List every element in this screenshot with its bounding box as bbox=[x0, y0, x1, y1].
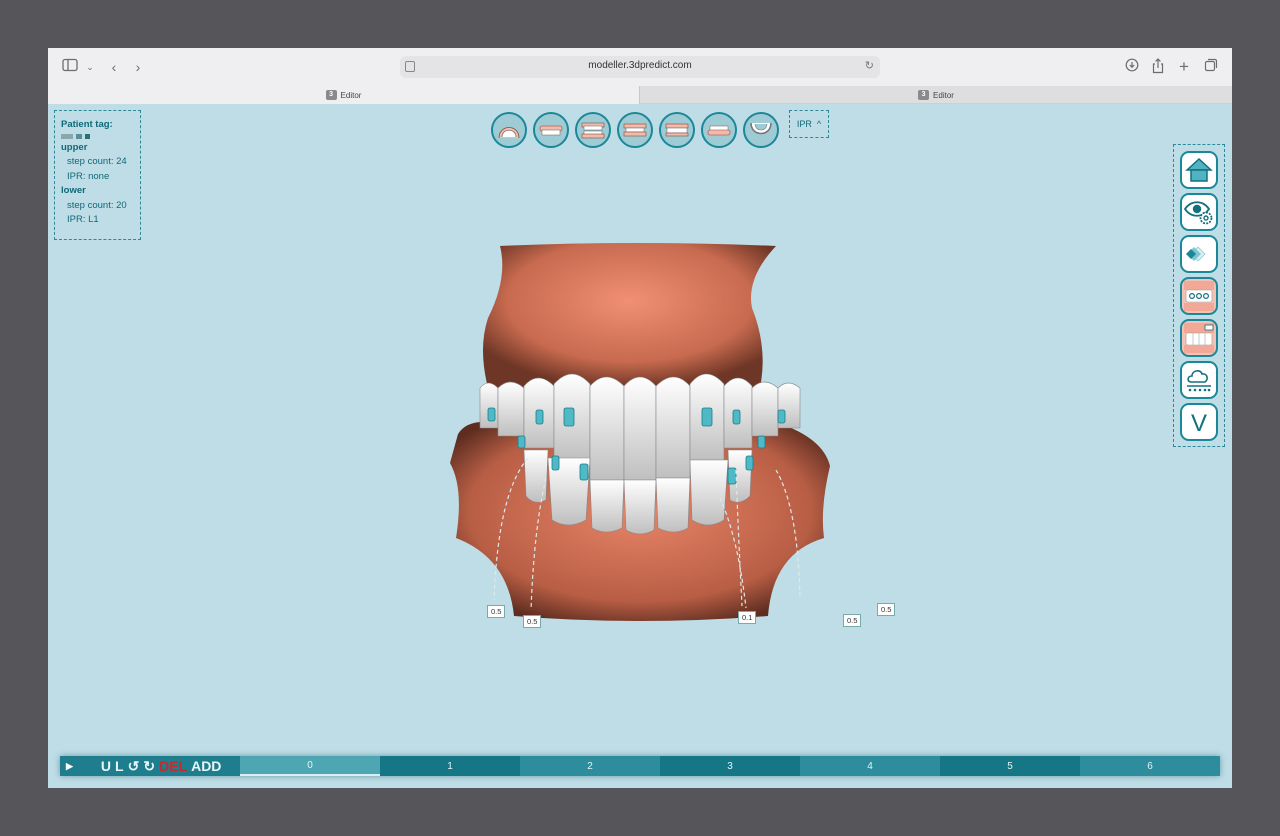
lower-ipr: IPR: L1 bbox=[67, 214, 99, 225]
back-icon[interactable]: ‹ bbox=[104, 58, 124, 76]
ipr-toggle-label: IPR bbox=[796, 119, 812, 129]
ipr-toggle[interactable]: IPR ^ bbox=[789, 110, 829, 138]
case-info-panel: Patient tag: upper step count: 24 IPR: n… bbox=[54, 110, 141, 240]
new-tab-icon[interactable]: + bbox=[1174, 58, 1194, 76]
ipr-value-label: 0.1 bbox=[738, 611, 757, 624]
timeline-step-6[interactable]: 6 bbox=[1080, 756, 1220, 776]
lower-occlusal-view-button[interactable] bbox=[743, 112, 779, 148]
tab-favicon: 3 bbox=[325, 90, 337, 100]
delete-step-button[interactable]: DEL bbox=[159, 758, 187, 774]
browser-toolbar: ⌄ ‹ › modeller.3dpredict.com ↻ + bbox=[48, 48, 1232, 86]
sidebar-toggle-icon[interactable] bbox=[60, 58, 80, 76]
ipr-tool-button[interactable] bbox=[1180, 319, 1218, 357]
lower-front-view-icon bbox=[707, 125, 731, 136]
version-button[interactable]: V bbox=[1180, 403, 1218, 441]
download-icon[interactable] bbox=[1122, 58, 1142, 76]
tab-strip: 3 Editor 3 Editor bbox=[48, 86, 1232, 104]
reload-icon[interactable]: ↻ bbox=[865, 59, 874, 72]
home-icon bbox=[1185, 157, 1213, 182]
url-text: modeller.3dpredict.com bbox=[588, 60, 692, 71]
patient-tag-label: Patient tag: bbox=[61, 119, 113, 130]
upper-toggle-button[interactable]: U bbox=[101, 758, 111, 774]
3d-dental-model bbox=[450, 243, 830, 621]
cloud-upload-icon bbox=[1187, 370, 1211, 392]
version-icon: V bbox=[1191, 410, 1207, 437]
upper-occlusal-view-button[interactable] bbox=[491, 112, 527, 148]
address-bar[interactable]: modeller.3dpredict.com ↻ bbox=[400, 56, 880, 78]
right-view-icon bbox=[665, 123, 689, 137]
timeline-step-5[interactable]: 5 bbox=[940, 756, 1080, 776]
timeline-step-4[interactable]: 4 bbox=[800, 756, 940, 776]
lower-front-view-button[interactable] bbox=[701, 112, 737, 148]
front-open-view-button[interactable] bbox=[575, 112, 611, 148]
front-open-view-icon bbox=[581, 122, 605, 139]
timeline-step-2[interactable]: 2 bbox=[520, 756, 660, 776]
chevron-up-icon: ^ bbox=[816, 119, 822, 129]
cloud-upload-button[interactable] bbox=[1180, 361, 1218, 399]
redo-button[interactable]: ↻ bbox=[143, 758, 155, 775]
lower-toggle-button[interactable]: L bbox=[115, 758, 124, 774]
undo-button[interactable]: ↺ bbox=[128, 758, 140, 775]
upper-gum bbox=[483, 243, 776, 388]
lower-occlusal-view-icon bbox=[750, 122, 772, 135]
right-view-button[interactable] bbox=[659, 112, 695, 148]
timeline-step-3[interactable]: 3 bbox=[660, 756, 800, 776]
upper-step-count: step count: 24 bbox=[67, 156, 127, 167]
tab-editor[interactable]: 3 Editor bbox=[639, 86, 1232, 104]
ipr-tool-icon bbox=[1184, 323, 1214, 353]
front-closed-view-icon bbox=[623, 123, 647, 137]
timeline-controls: ▶ U L ↺ ↻ DEL ADD bbox=[60, 756, 240, 776]
right-toolbar: V bbox=[1173, 144, 1225, 447]
view-selector bbox=[491, 112, 779, 148]
lower-step-count: step count: 20 bbox=[67, 199, 127, 211]
visibility-settings-icon bbox=[1184, 201, 1213, 225]
tab-editor-active[interactable]: 3 Editor bbox=[48, 86, 639, 104]
upper-front-view-button[interactable] bbox=[533, 112, 569, 148]
timeline-steps: 0 1 2 3 4 5 6 bbox=[240, 756, 1220, 776]
share-icon[interactable] bbox=[1148, 58, 1168, 76]
staging-timeline: ▶ U L ↺ ↻ DEL ADD 0 1 2 3 4 5 6 bbox=[60, 756, 1220, 776]
3d-dental-model-viewport[interactable]: 0.5 0.5 0.1 0.5 0.5 bbox=[428, 238, 896, 638]
patient-tag-value-redacted bbox=[61, 133, 134, 140]
ipr-value-label: 0.5 bbox=[487, 605, 506, 618]
chevron-down-icon[interactable]: ⌄ bbox=[80, 58, 100, 76]
attachments-icon bbox=[1184, 281, 1214, 311]
attachments-button[interactable] bbox=[1180, 277, 1218, 315]
upper-front-view-icon bbox=[539, 125, 563, 136]
ipr-value-label: 0.5 bbox=[843, 614, 862, 627]
front-closed-view-button[interactable] bbox=[617, 112, 653, 148]
timeline-step-1[interactable]: 1 bbox=[380, 756, 520, 776]
home-button[interactable] bbox=[1180, 151, 1218, 189]
stages-button[interactable] bbox=[1180, 235, 1218, 273]
timeline-step-0[interactable]: 0 bbox=[240, 756, 380, 776]
forward-icon[interactable]: › bbox=[128, 58, 148, 76]
version-letter: V bbox=[1191, 410, 1207, 437]
ipr-value-label: 0.5 bbox=[877, 603, 896, 616]
upper-ipr: IPR: none bbox=[67, 170, 110, 182]
upper-occlusal-view-icon bbox=[498, 127, 520, 139]
stages-icon bbox=[1186, 246, 1206, 262]
tab-favicon: 3 bbox=[918, 90, 930, 100]
tab-label: Editor bbox=[933, 90, 954, 100]
browser-window: ⌄ ‹ › modeller.3dpredict.com ↻ + 3 Edito… bbox=[48, 48, 1232, 788]
tab-overview-icon[interactable] bbox=[1201, 58, 1221, 76]
tab-label: Editor bbox=[340, 90, 362, 100]
lower-arch-title: lower bbox=[61, 185, 86, 196]
upper-arch-title: upper bbox=[61, 141, 88, 153]
play-button[interactable]: ▶ bbox=[66, 761, 73, 772]
visibility-settings-button[interactable] bbox=[1180, 193, 1218, 231]
add-step-button[interactable]: ADD bbox=[191, 758, 221, 774]
ipr-value-label: 0.5 bbox=[523, 615, 542, 628]
